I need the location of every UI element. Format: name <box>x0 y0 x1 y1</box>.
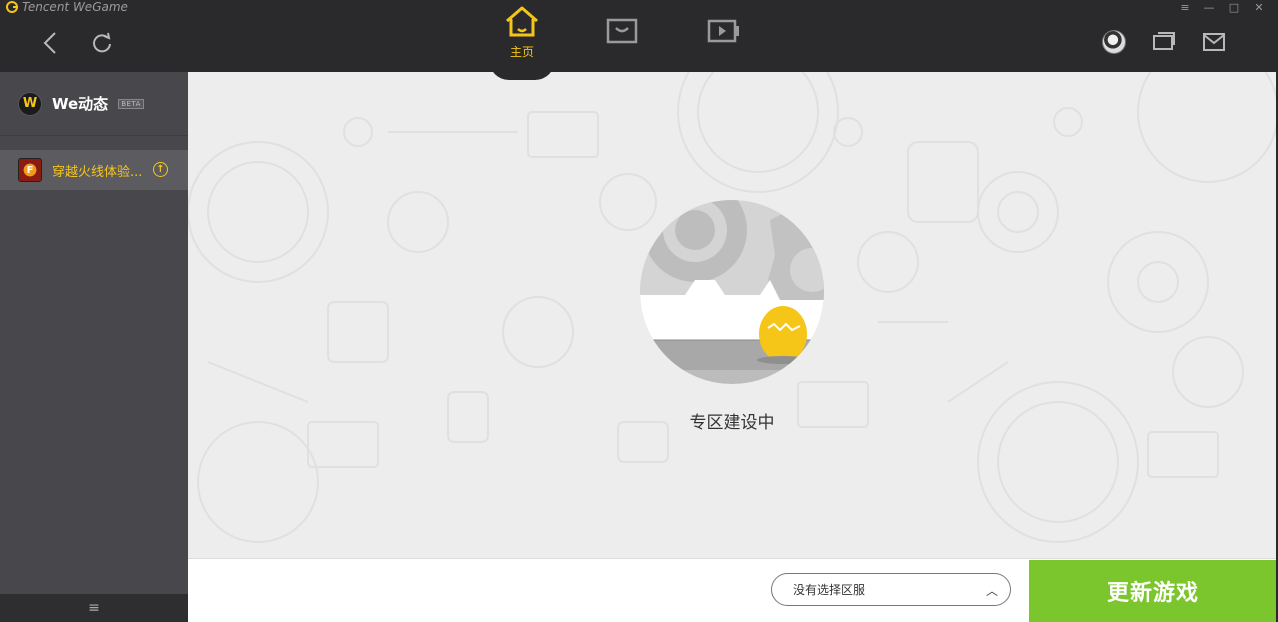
chat-button[interactable] <box>1150 28 1178 56</box>
server-select[interactable]: 没有选择区服 ︿ <box>771 573 1011 606</box>
window-close-button[interactable]: ✕ <box>1250 0 1268 14</box>
gear-egg-icon <box>640 200 824 384</box>
update-arrow-icon[interactable]: ↑ <box>153 162 168 177</box>
app-logo-text: Tencent WeGame <box>22 0 128 14</box>
back-button[interactable] <box>35 28 65 58</box>
refresh-button[interactable] <box>87 28 117 58</box>
main-content: 专区建设中 <box>188 72 1276 558</box>
window-menu-button[interactable]: ≡ <box>1176 0 1194 14</box>
avatar <box>1102 30 1126 54</box>
active-tab-indicator <box>489 60 555 80</box>
we-logo-icon: W <box>18 91 42 116</box>
crossfire-icon: F <box>18 158 42 182</box>
sidebar-we-title: We动态 <box>52 95 109 113</box>
store-icon <box>606 18 638 44</box>
chat-icon <box>1153 32 1175 50</box>
server-select-label: 没有选择区服 <box>793 583 866 597</box>
refresh-icon <box>93 32 111 53</box>
mail-button[interactable] <box>1200 28 1228 56</box>
status-message: 专区建设中 <box>689 413 775 433</box>
wegame-logo-icon <box>6 1 18 13</box>
sidebar-item-game[interactable]: F 穿越火线体验... ↑ <box>0 150 188 190</box>
sidebar-game-label: 穿越火线体验... <box>52 164 143 180</box>
update-game-button[interactable]: 更新游戏 <box>1029 560 1277 622</box>
app-logo: Tencent WeGame <box>6 0 128 14</box>
bottom-bar: 没有选择区服 ︿ 更新游戏 <box>188 558 1278 622</box>
tab-video[interactable] <box>694 0 754 72</box>
tab-store[interactable] <box>592 0 652 72</box>
home-icon <box>506 6 538 37</box>
window-maximize-button[interactable]: □ <box>1225 0 1243 14</box>
chevron-up-icon: ︿ <box>985 584 998 598</box>
beta-badge: BETA <box>118 98 144 109</box>
top-bar: Tencent WeGame ≡ — □ ✕ 主页 <box>0 0 1278 72</box>
under-construction-illustration <box>640 200 824 384</box>
sidebar-menu-button[interactable]: ≡ <box>0 594 188 622</box>
sidebar: W We动态 BETA F 穿越火线体验... ↑ ≡ <box>0 72 188 622</box>
user-avatar-button[interactable] <box>1100 28 1128 56</box>
video-icon <box>707 19 739 43</box>
tab-home-label: 主页 <box>509 45 534 59</box>
back-arrow-icon <box>43 32 56 54</box>
window-minimize-button[interactable]: — <box>1200 0 1218 14</box>
mail-icon <box>1203 33 1225 51</box>
sidebar-item-we-dynamic[interactable]: W We动态 BETA <box>0 72 188 136</box>
